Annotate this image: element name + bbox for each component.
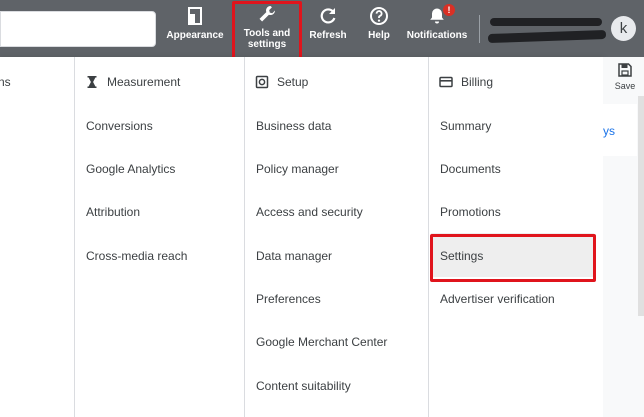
appearance-icon	[188, 7, 202, 25]
menu-column-setup: Setup Business data Policy manager Acces…	[244, 57, 429, 417]
menu-item-cross-media-reach[interactable]: Cross-media reach	[86, 249, 187, 263]
search-input[interactable]	[0, 11, 156, 47]
save-icon	[618, 63, 632, 77]
menu-item-preferences[interactable]: Preferences	[256, 292, 321, 306]
menu-column-measurement: Measurement Conversions Google Analytics…	[74, 57, 245, 417]
help-button[interactable]: Help	[362, 6, 396, 52]
menu-column-partial: ns	[0, 57, 74, 417]
credit-card-icon	[439, 76, 453, 88]
right-partial-link[interactable]: ys	[603, 124, 615, 138]
refresh-icon	[320, 8, 336, 24]
setup-gear-icon	[255, 75, 269, 89]
notification-badge: !	[443, 4, 455, 16]
billing-header: Billing	[439, 75, 493, 89]
partial-column-header-label: ns	[0, 75, 11, 89]
setup-header-label: Setup	[277, 75, 309, 89]
scrollbar[interactable]	[638, 96, 644, 316]
help-label: Help	[368, 30, 390, 41]
measurement-header-label: Measurement	[107, 75, 181, 89]
appearance-button[interactable]: Appearance	[164, 6, 226, 52]
tools-highlight-box	[232, 1, 302, 61]
appearance-label: Appearance	[166, 30, 224, 41]
menu-item-content-suitability[interactable]: Content suitability	[256, 379, 351, 393]
menu-item-advertiser-verification[interactable]: Advertiser verification	[440, 292, 555, 306]
redacted-account-name	[490, 18, 602, 26]
save-label: Save	[614, 81, 636, 91]
partial-column-header: ns	[0, 75, 11, 89]
menu-item-access-and-security[interactable]: Access and security	[256, 205, 363, 219]
page: Appearance Tools and settings Refresh He…	[0, 0, 644, 417]
toolbar-divider	[479, 15, 480, 43]
notifications-label: Notifications	[406, 30, 468, 41]
measurement-header: Measurement	[85, 75, 180, 89]
avatar[interactable]: k	[611, 16, 636, 41]
billing-header-label: Billing	[461, 75, 494, 89]
top-toolbar: Appearance Tools and settings Refresh He…	[0, 0, 644, 57]
menu-item-google-analytics[interactable]: Google Analytics	[86, 162, 175, 176]
menu-item-data-manager[interactable]: Data manager	[256, 249, 332, 263]
save-button[interactable]: Save	[609, 62, 641, 91]
refresh-label: Refresh	[309, 30, 347, 41]
menu-item-conversions[interactable]: Conversions	[86, 119, 153, 133]
settings-highlight-box	[430, 234, 596, 282]
menu-item-attribution[interactable]: Attribution	[86, 205, 140, 219]
menu-item-documents[interactable]: Documents	[440, 162, 501, 176]
notifications-button[interactable]: Notifications	[404, 6, 470, 52]
menu-item-google-merchant-center[interactable]: Google Merchant Center	[256, 335, 387, 349]
refresh-button[interactable]: Refresh	[306, 6, 350, 52]
menu-item-summary[interactable]: Summary	[440, 119, 491, 133]
help-icon	[370, 7, 388, 25]
menu-item-policy-manager[interactable]: Policy manager	[256, 162, 339, 176]
setup-header: Setup	[255, 75, 308, 89]
redacted-account-id	[487, 29, 607, 44]
menu-item-business-data[interactable]: Business data	[256, 119, 331, 133]
menu-item-promotions[interactable]: Promotions	[440, 205, 501, 219]
hourglass-icon	[87, 76, 97, 88]
